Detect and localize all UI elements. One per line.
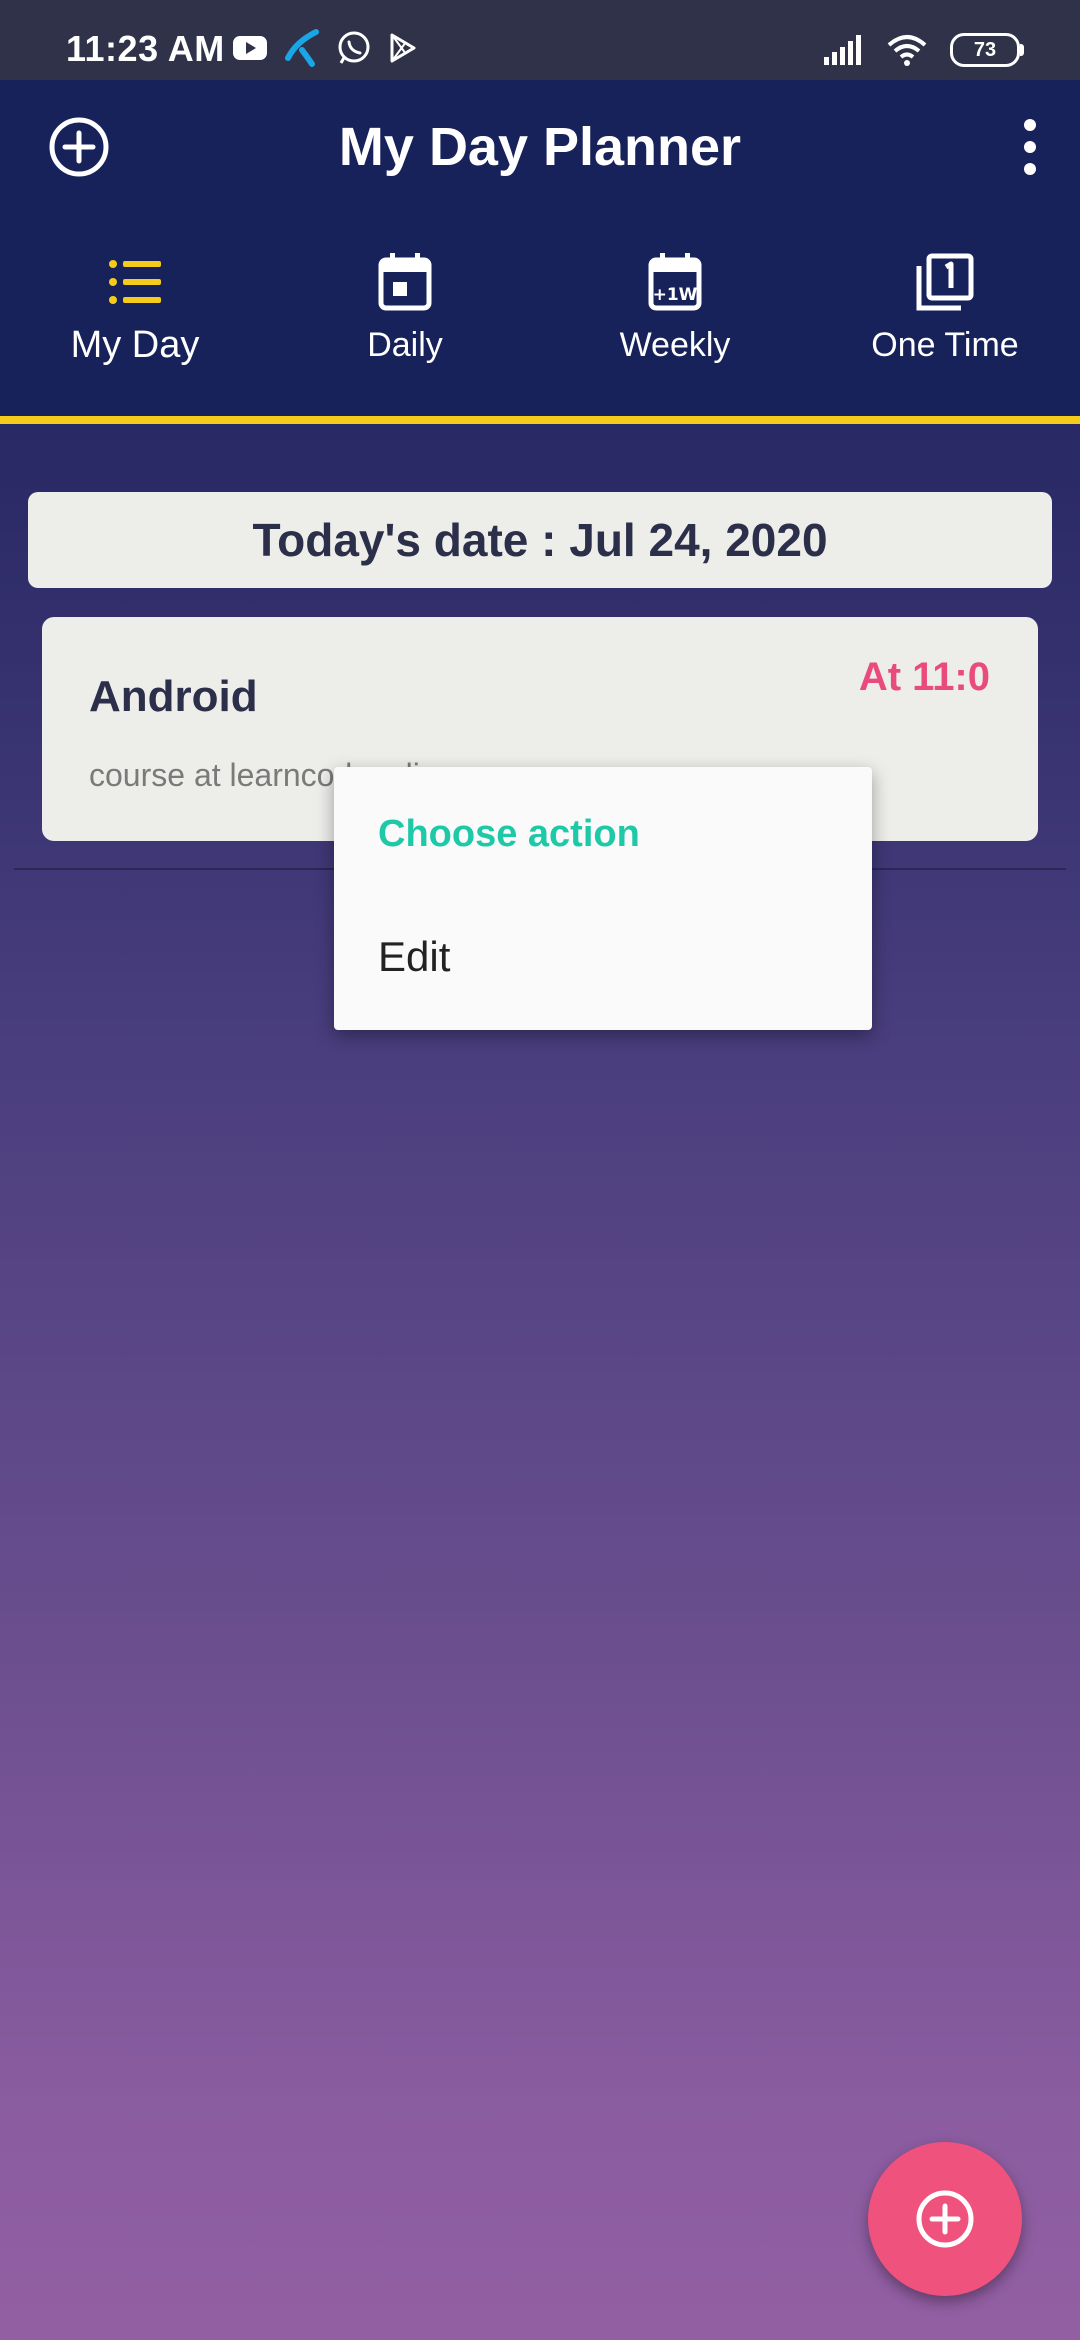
tab-daily[interactable]: Daily — [270, 250, 540, 400]
wifi-icon — [887, 35, 927, 66]
whatsapp-icon — [338, 31, 370, 64]
task-title: Android — [89, 672, 258, 721]
task-time: At 11:0 — [858, 655, 990, 699]
app-title: My Day Planner — [338, 117, 742, 177]
signal-icon — [824, 35, 861, 65]
youtube-icon — [233, 36, 267, 60]
telenor-icon — [285, 29, 319, 67]
tab-weekly[interactable]: +1W Weekly — [540, 250, 810, 400]
tab-label: Weekly — [619, 326, 731, 364]
date-banner: Today's date : Jul 24, 2020 — [28, 492, 1052, 588]
status-time: 11:23 AM — [66, 28, 225, 69]
plus-circle-icon — [916, 2190, 974, 2248]
tab-one-time[interactable]: One Time — [810, 250, 1080, 400]
filter-1-icon — [916, 253, 974, 311]
tab-my-day[interactable]: My Day — [0, 250, 270, 400]
context-menu-title: Choose action — [378, 813, 640, 855]
tab-indicator — [0, 416, 1080, 424]
add-fab-button[interactable] — [868, 2142, 1022, 2296]
list-icon — [109, 260, 161, 304]
tab-label: Daily — [367, 326, 443, 364]
svg-text:+1W: +1W — [653, 285, 698, 305]
tab-label: One Time — [871, 326, 1019, 364]
tab-bar: My Day Daily +1W Weekly One Time — [0, 250, 1080, 400]
battery-level: 73 — [973, 38, 997, 61]
calendar-day-icon — [378, 253, 432, 311]
menu-item-label: Edit — [378, 933, 451, 980]
play-store-icon — [390, 33, 416, 63]
system-icons: 73 — [822, 30, 1024, 70]
notification-icons — [232, 28, 418, 68]
status-bar: 11:23 AM 73 — [0, 0, 1080, 80]
calendar-week-icon: +1W — [648, 253, 702, 311]
battery-icon: 73 — [950, 33, 1024, 67]
app-bar: My Day Planner My Day Daily +1W Weekly O… — [0, 80, 1080, 424]
more-vertical-icon[interactable] — [1020, 116, 1040, 186]
context-menu: Choose action Edit — [334, 767, 872, 1030]
menu-item-edit[interactable]: Edit — [334, 907, 872, 1007]
tab-label: My Day — [70, 324, 200, 366]
